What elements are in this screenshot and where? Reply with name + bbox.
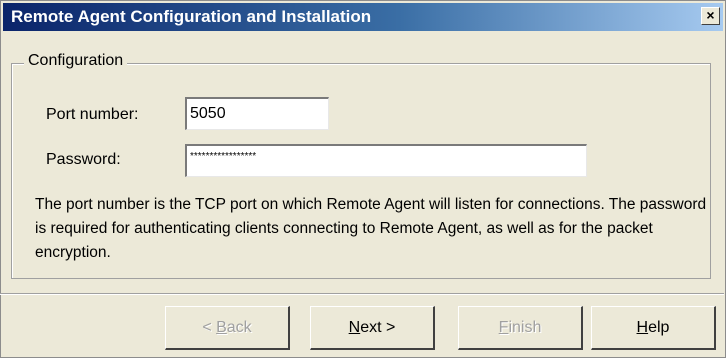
title-bar[interactable]: Remote Agent Configuration and Installat…	[3, 3, 723, 31]
button-divider	[0, 293, 724, 295]
window-title: Remote Agent Configuration and Installat…	[11, 7, 372, 26]
password-label: Password:	[46, 151, 121, 168]
configuration-group-label: Configuration	[24, 52, 128, 70]
back-button[interactable]: < Back	[165, 306, 290, 350]
port-number-input[interactable]	[185, 97, 329, 130]
close-icon: ×	[706, 7, 715, 23]
next-button[interactable]: Next >	[310, 306, 435, 350]
help-button[interactable]: Help	[591, 306, 716, 350]
close-button[interactable]: ×	[701, 7, 720, 25]
finish-button[interactable]: Finish	[458, 306, 583, 350]
password-input[interactable]	[185, 144, 587, 177]
description-text: The port number is the TCP port on which…	[35, 196, 707, 261]
port-number-label: Port number:	[46, 106, 139, 123]
